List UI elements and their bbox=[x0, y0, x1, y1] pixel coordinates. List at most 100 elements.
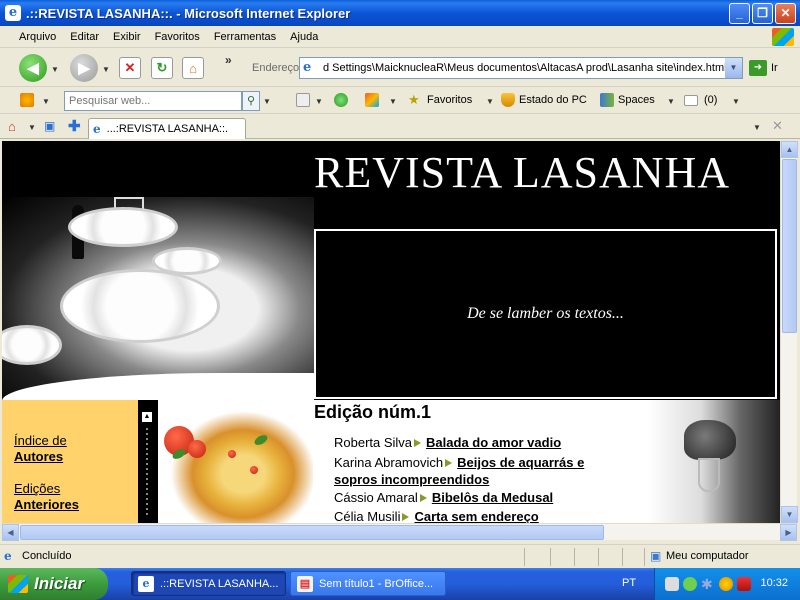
arrow-icon bbox=[402, 513, 410, 521]
status-bar: e Concluído ▣ Meu computador bbox=[0, 544, 800, 568]
ie-icon: e bbox=[138, 575, 154, 592]
security-icon[interactable] bbox=[737, 577, 751, 591]
back-dropdown-icon[interactable]: ▼ bbox=[51, 65, 59, 74]
broffice-icon: ▤ bbox=[297, 575, 313, 592]
taskbar: Iniciar e .::REVISTA LASANHA... ▤ Sem tí… bbox=[0, 568, 800, 600]
glass-shape bbox=[698, 458, 720, 492]
msn-icon[interactable] bbox=[20, 93, 34, 107]
tab-list-icon[interactable]: ▼ bbox=[753, 123, 761, 132]
menu-favoritos[interactable]: Favoritos bbox=[148, 31, 207, 43]
estado-pc-button[interactable]: Estado do PC bbox=[519, 94, 587, 106]
site-title: REVISTA LASANHA bbox=[314, 148, 731, 197]
favorites-dropdown-icon[interactable]: ▼ bbox=[28, 123, 36, 132]
task-broffice[interactable]: ▤ Sem título1 - BrOffice... bbox=[290, 571, 446, 596]
article-author: Karina Abramovich bbox=[334, 455, 444, 470]
star-tray-icon[interactable]: ✱ bbox=[701, 577, 715, 591]
article-item[interactable]: Célia Musili Carta sem endereço bbox=[334, 508, 539, 523]
scroll-down-icon[interactable]: ▼ bbox=[781, 506, 798, 523]
up-arrow-icon[interactable]: ▲ bbox=[142, 412, 152, 422]
spaces-dropdown-icon[interactable]: ▼ bbox=[667, 97, 675, 106]
page-viewport: REVISTA LASANHA De se lamber os textos..… bbox=[2, 141, 780, 523]
refresh-button[interactable]: ↻ bbox=[151, 57, 173, 79]
go-button[interactable]: Ir bbox=[771, 62, 778, 74]
new-tab-icon[interactable]: ✚ bbox=[68, 117, 81, 135]
start-label: Iniciar bbox=[34, 574, 85, 593]
maximize-button[interactable]: ❐ bbox=[752, 3, 773, 24]
home-button[interactable]: ⌂ bbox=[182, 57, 204, 79]
favorites-center-icon[interactable]: ⌂ bbox=[8, 119, 16, 134]
horizontal-scrollbar[interactable]: ◀ ▶ bbox=[2, 523, 797, 541]
plate-shape bbox=[68, 207, 178, 247]
mail-count[interactable]: (0) bbox=[704, 94, 717, 106]
messenger-tray-icon[interactable] bbox=[683, 577, 697, 591]
add-icon[interactable] bbox=[334, 93, 348, 107]
quick-tabs-icon[interactable]: ▣ bbox=[44, 119, 55, 133]
clock: 10:32 bbox=[760, 577, 788, 589]
messenger-icon[interactable] bbox=[365, 93, 379, 107]
search-input[interactable] bbox=[64, 91, 242, 111]
article-item[interactable]: Karina Abramovich Beijos de aquarrás e bbox=[334, 454, 584, 471]
go-arrow-icon[interactable]: ➜ bbox=[749, 60, 767, 76]
toolbar-overflow-icon[interactable]: » bbox=[225, 53, 232, 67]
menu-ajuda[interactable]: Ajuda bbox=[283, 31, 325, 43]
search-icon[interactable]: ⚲ bbox=[242, 91, 260, 111]
article-title-link[interactable]: Beijos de aquarrás e bbox=[457, 455, 584, 470]
minimize-button[interactable]: _ bbox=[729, 3, 750, 24]
star-icon: ★ bbox=[408, 92, 420, 107]
start-button[interactable]: Iniciar bbox=[0, 568, 108, 600]
forward-button[interactable]: ▶ bbox=[70, 54, 98, 82]
menu-exibir[interactable]: Exibir bbox=[106, 31, 148, 43]
nav-edicoes-anteriores[interactable]: Edições Anteriores bbox=[14, 481, 79, 513]
menu-ferramentas[interactable]: Ferramentas bbox=[207, 31, 283, 43]
stop-button[interactable]: ✕ bbox=[119, 57, 141, 79]
scroll-thumb[interactable] bbox=[20, 525, 604, 540]
windows-flag-icon bbox=[8, 575, 28, 593]
msn-dropdown-icon[interactable]: ▼ bbox=[42, 97, 50, 106]
menu-arquivo[interactable]: Arquivo bbox=[12, 31, 63, 43]
spaces-button[interactable]: Spaces bbox=[618, 94, 655, 106]
search-dropdown-icon[interactable]: ▼ bbox=[263, 97, 271, 106]
hand-shape bbox=[684, 420, 736, 460]
tomato-shape bbox=[228, 450, 236, 458]
close-tab-icon[interactable]: ✕ bbox=[772, 118, 783, 134]
article-item-continued[interactable]: sopros incompreendidos bbox=[334, 471, 489, 488]
update-icon[interactable] bbox=[719, 577, 733, 591]
article-title-link[interactable]: Balada do amor vadio bbox=[426, 435, 561, 450]
messenger-dropdown-icon[interactable]: ▼ bbox=[389, 97, 397, 106]
article-item[interactable]: Roberta Silva Balada do amor vadio bbox=[334, 434, 561, 451]
title-bar[interactable]: e .::REVISTA LASANHA::. - Microsoft Inte… bbox=[0, 0, 800, 26]
arrow-icon bbox=[419, 494, 427, 502]
address-input[interactable]: e d Settings\MaicknucleaR\Meus documento… bbox=[299, 57, 743, 79]
language-indicator[interactable]: PT bbox=[622, 577, 636, 589]
article-item[interactable]: Cássio Amaral Bibelôs da Medusal bbox=[334, 489, 553, 506]
nav-indice-autores[interactable]: Índice de Autores bbox=[14, 433, 67, 465]
tab-revista-lasanha[interactable]: e ...:REVISTA LASANHA::. bbox=[88, 118, 246, 139]
mail-dropdown-icon[interactable]: ▼ bbox=[732, 97, 740, 106]
arrow-icon bbox=[445, 459, 453, 467]
scroll-left-icon[interactable]: ◀ bbox=[2, 524, 19, 541]
back-button[interactable]: ◀ bbox=[19, 54, 47, 82]
forward-dropdown-icon[interactable]: ▼ bbox=[102, 65, 110, 74]
network-icon[interactable] bbox=[665, 577, 679, 591]
close-button[interactable]: ✕ bbox=[775, 3, 796, 24]
address-dropdown-icon[interactable]: ▼ bbox=[725, 58, 742, 78]
menu-editar[interactable]: Editar bbox=[63, 31, 106, 43]
standard-toolbar: ◀ ▼ ▶ ▼ ✕ ↻ ⌂ » Endereço e d Settings\Ma… bbox=[0, 49, 800, 87]
window-controls: _ ❐ ✕ bbox=[729, 3, 796, 24]
window-dropdown-icon[interactable]: ▼ bbox=[315, 97, 323, 106]
scroll-thumb[interactable] bbox=[782, 159, 797, 333]
article-title-link[interactable]: Bibelôs da Medusal bbox=[432, 490, 553, 505]
article-title-link[interactable]: Carta sem endereço bbox=[414, 509, 538, 523]
task-ie[interactable]: e .::REVISTA LASANHA... bbox=[131, 571, 286, 596]
window-icon[interactable] bbox=[296, 93, 310, 107]
vertical-scrollbar[interactable]: ▲ ▼ bbox=[780, 141, 798, 523]
divider bbox=[574, 548, 575, 566]
shield-icon bbox=[501, 93, 515, 107]
system-tray: ✱ 10:32 bbox=[654, 568, 800, 600]
favoritos-button[interactable]: Favoritos bbox=[427, 94, 472, 106]
tab-bar: ⌂ ▼ ▣ ✚ e ...:REVISTA LASANHA::. ▼ ✕ bbox=[0, 115, 800, 139]
article-title-link[interactable]: sopros incompreendidos bbox=[334, 472, 489, 487]
scroll-up-icon[interactable]: ▲ bbox=[781, 141, 798, 158]
scroll-right-icon[interactable]: ▶ bbox=[780, 524, 797, 541]
favoritos-dropdown-icon[interactable]: ▼ bbox=[486, 97, 494, 106]
